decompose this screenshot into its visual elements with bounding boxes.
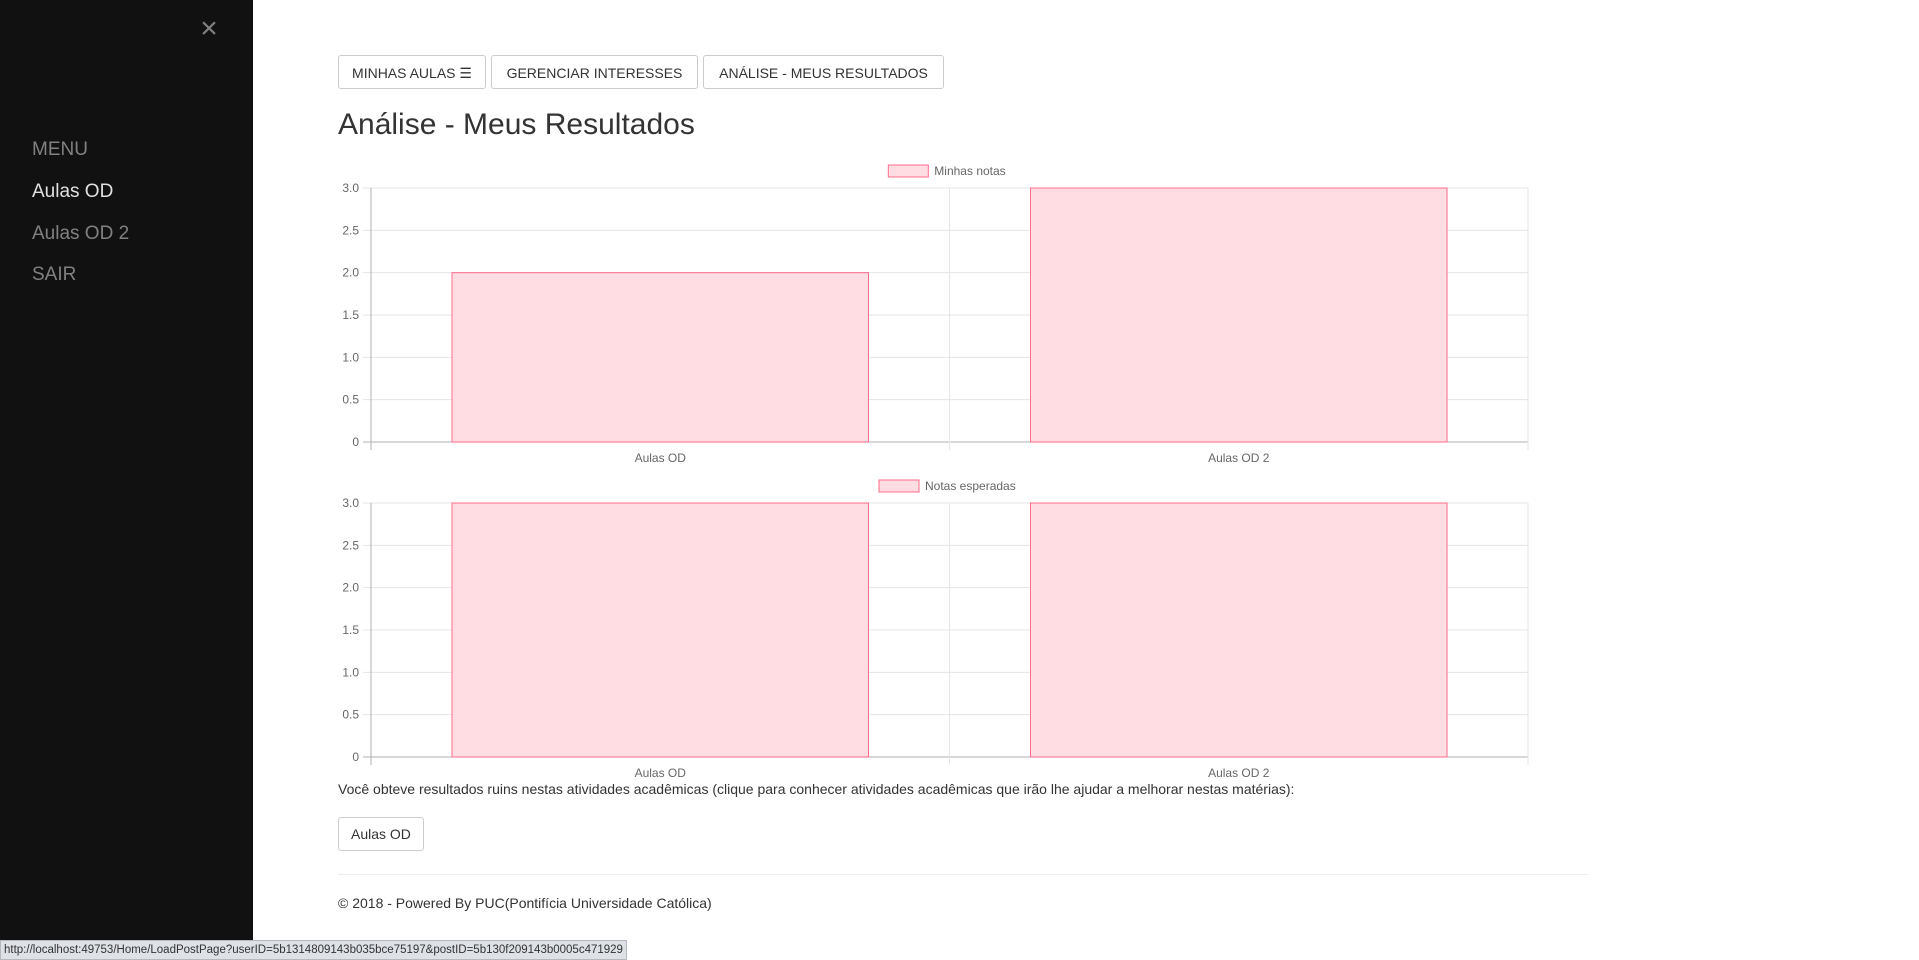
y-tick-label: 1.5 [342, 308, 359, 322]
y-tick-label: 0 [352, 750, 359, 764]
legend-swatch [878, 479, 920, 493]
x-tick-label: Aulas OD [635, 451, 687, 465]
minhas-aulas-button[interactable]: MINHAS AULAS ☰ [338, 55, 486, 89]
y-tick-label: 1.0 [342, 350, 359, 364]
aulas-od-result-button[interactable]: Aulas OD [338, 817, 424, 851]
y-tick-label: 3.0 [342, 496, 359, 510]
y-tick-label: 0.5 [342, 708, 359, 722]
bar [451, 502, 870, 758]
y-tick-label: 0 [352, 435, 359, 449]
bar [1029, 502, 1448, 758]
y-tick-label: 0.5 [342, 393, 359, 407]
status-bar-url: http://localhost:49753/Home/LoadPostPage… [0, 940, 627, 960]
chart-legend: Notas esperadas [878, 479, 1016, 493]
main-content: MINHAS AULAS ☰ GERENCIAR INTERESSES ANÁL… [253, 0, 1919, 960]
bar [451, 272, 870, 443]
gerenciar-interesses-button[interactable]: GERENCIAR INTERESSES [491, 55, 698, 89]
y-tick-label: 2.0 [342, 266, 359, 280]
bar-chart: Minhas notas 0 0.5 1.0 1.5 2.0 2.5 3.0 Aulas OD A… [342, 164, 1529, 465]
sidebar-item-sair[interactable]: SAIR [32, 264, 76, 286]
results-message: Você obteve resultados ruins nestas ativ… [338, 781, 1295, 797]
legend-label: Notas esperadas [925, 479, 1016, 493]
sidebar: × MENU Aulas OD Aulas OD 2 SAIR [0, 0, 253, 960]
legend-label: Minhas notas [934, 164, 1005, 178]
close-icon[interactable]: × [197, 14, 221, 44]
footer: © 2018 - Powered By PUC(Pontifícia Unive… [338, 895, 712, 911]
x-tick-label: Aulas OD 2 [1208, 451, 1270, 465]
bar [1029, 187, 1448, 443]
x-tick-label: Aulas OD [635, 766, 687, 780]
page-title: Análise - Meus Resultados [338, 108, 695, 141]
y-tick-label: 2.5 [342, 223, 359, 237]
y-tick-label: 2.5 [342, 538, 359, 552]
chart-minhas-notas: Minhas notas 0 0.5 1.0 1.5 2.0 2.5 3.0 Aulas OD A… [329, 155, 1539, 465]
y-tick-label: 2.0 [342, 581, 359, 595]
chart-legend: Minhas notas [887, 164, 1006, 178]
chart-notas-esperadas: Notas esperadas 0 0.5 1.0 1.5 2.0 2.5 3.0 Aulas … [329, 470, 1539, 780]
sidebar-item-menu[interactable]: MENU [32, 139, 88, 161]
y-tick-label: 1.0 [342, 665, 359, 679]
sidebar-item-aulas-od[interactable]: Aulas OD [32, 181, 113, 203]
legend-swatch [887, 164, 929, 178]
analise-resultados-button[interactable]: ANÁLISE - MEUS RESULTADOS [703, 55, 944, 89]
y-tick-label: 3.0 [342, 181, 359, 195]
bar-chart: Notas esperadas 0 0.5 1.0 1.5 2.0 2.5 3.0 Aulas … [342, 479, 1529, 780]
x-tick-label: Aulas OD 2 [1208, 766, 1270, 780]
footer-divider [338, 874, 1588, 875]
sidebar-item-aulas-od-2[interactable]: Aulas OD 2 [32, 223, 129, 245]
y-tick-label: 1.5 [342, 623, 359, 637]
